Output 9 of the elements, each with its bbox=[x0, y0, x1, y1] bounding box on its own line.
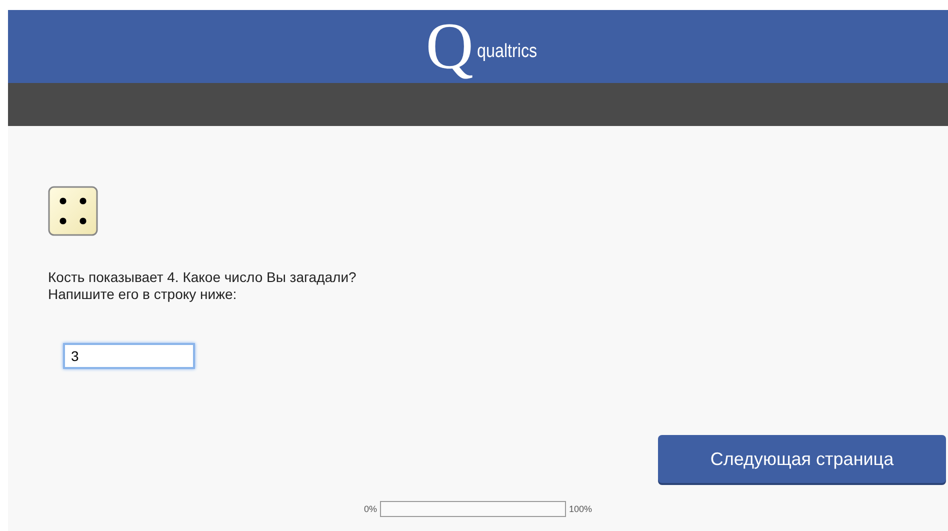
question-text: Кость показывает 4. Какое число Вы загадали? bbox=[48, 269, 358, 286]
progress-start-label: 0% bbox=[364, 504, 377, 514]
logo-letter: Q bbox=[426, 12, 474, 82]
answer-field[interactable]: 3 bbox=[63, 343, 195, 369]
die-icon bbox=[48, 186, 98, 236]
question-hint: Напишите его в строку ниже: bbox=[48, 286, 238, 303]
next-page-button[interactable]: Следующая страница bbox=[658, 435, 946, 483]
progress-end-label: 100% bbox=[568, 504, 592, 514]
logo-word: qualtrics bbox=[477, 41, 538, 63]
